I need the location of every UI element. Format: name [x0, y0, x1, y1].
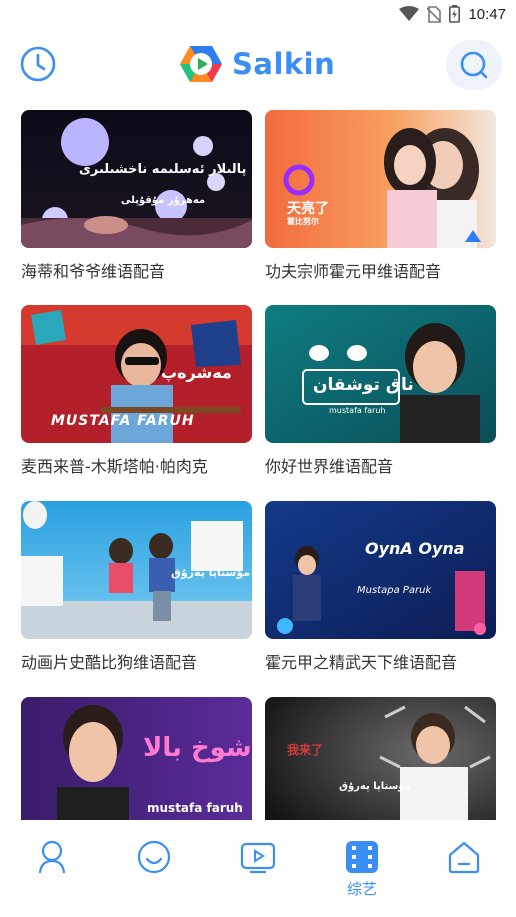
thumbnail-overlay-text: ناق توشقان [313, 375, 414, 395]
wifi-icon [399, 6, 420, 21]
video-card[interactable]: 天亮了 霍比努尔 功夫宗师霍元甲维语配音 [265, 110, 496, 282]
bottom-nav: 综艺 [0, 820, 516, 917]
nav-item-fun[interactable] [124, 840, 184, 910]
video-thumbnail[interactable]: OynA Oyna Mustapa Paruk [265, 501, 496, 639]
logo-text: Salkin [232, 47, 336, 81]
no-sim-icon [427, 5, 442, 23]
thumbnail-overlay-text: OynA Oyna [365, 539, 465, 558]
video-thumbnail[interactable]: شوخ بالا mustafa faruh [21, 697, 252, 820]
nav-item-profile[interactable] [22, 840, 82, 910]
video-thumbnail[interactable]: 我来了 مۇستاپا پەرۇق [265, 697, 496, 820]
search-icon [460, 51, 488, 79]
person-icon [38, 840, 66, 874]
nav-item-label: 综艺 [346, 880, 377, 898]
video-card[interactable]: ناق توشقان mustafa faruh 你好世界维语配音 [265, 305, 496, 477]
nav-item-home[interactable] [434, 840, 494, 910]
app-header: Salkin [0, 38, 516, 94]
thumbnail-overlay-subtext: مۇستاپا پەرۇق [339, 781, 411, 792]
video-title[interactable]: 你好世界维语配音 [265, 453, 496, 477]
thumbnail-overlay-subtext: MUSTAFA FARUH [51, 413, 195, 429]
status-icons: 10:47 [399, 5, 506, 23]
status-bar: 10:47 [0, 0, 516, 30]
video-thumbnail[interactable]: مەشرەپ MUSTAFA FARUH [21, 305, 252, 443]
thumbnail-overlay-text: مەشرەپ [161, 363, 232, 382]
thumbnail-overlay-text: مۇستاپا پەرۇق [171, 566, 251, 579]
video-card[interactable]: پالىلار ئەسلىمە ناخشىلىرى مەھرۇز مۇقۇپلى… [21, 110, 252, 282]
video-title[interactable]: 海蒂和爷爷维语配音 [21, 258, 252, 282]
thumbnail-overlay-subtext: mustafa faruh [147, 801, 243, 815]
video-thumbnail[interactable]: ناق توشقان mustafa faruh [265, 305, 496, 443]
video-card[interactable]: شوخ بالا mustafa faruh [21, 697, 252, 820]
play-tv-icon [240, 842, 276, 874]
thumbnail-overlay-subtext: mustafa faruh [329, 406, 386, 415]
thumbnail-overlay-text: 我来了 [287, 743, 324, 757]
video-grid: پالىلار ئەسلىمە ناخشىلىرى مەھرۇز مۇقۇپلى… [0, 108, 516, 820]
thumbnail-overlay-subtext: مەھرۇز مۇقۇپلى [121, 195, 206, 206]
home-icon [448, 841, 480, 874]
thumbnail-overlay-text: پالىلار ئەسلىمە ناخشىلىرى [79, 162, 247, 177]
video-title[interactable]: 麦西来普-木斯塔帕·帕肉克 [21, 453, 252, 477]
thumbnail-overlay-subtext: Mustapa Paruk [357, 585, 432, 596]
thumbnail-overlay-text: شوخ بالا [143, 733, 252, 763]
clock-icon [20, 46, 56, 82]
video-title[interactable]: 霍元甲之精武天下维语配音 [265, 649, 496, 673]
nav-item-variety[interactable]: 综艺 [332, 840, 392, 910]
video-thumbnail[interactable]: پالىلار ئەسلىمە ناخشىلىرى مەھرۇز مۇقۇپلى [21, 110, 252, 248]
status-time: 10:47 [468, 5, 506, 23]
video-thumbnail[interactable]: مۇستاپا پەرۇق [21, 501, 252, 639]
search-button[interactable] [446, 40, 502, 90]
thumbnail-overlay-subtext: 霍比努尔 [287, 217, 319, 226]
film-icon [346, 841, 378, 873]
smile-icon [137, 840, 171, 874]
app-logo: Salkin [178, 42, 335, 86]
battery-icon [449, 5, 461, 23]
video-title[interactable]: 动画片史酷比狗维语配音 [21, 649, 252, 673]
video-card[interactable]: 我来了 مۇستاپا پەرۇق [265, 697, 496, 820]
video-card[interactable]: مۇستاپا پەرۇق 动画片史酷比狗维语配音 [21, 501, 252, 673]
video-card[interactable]: مەشرەپ MUSTAFA FARUH 麦西来普-木斯塔帕·帕肉克 [21, 305, 252, 477]
video-card[interactable]: OynA Oyna Mustapa Paruk 霍元甲之精武天下维语配音 [265, 501, 496, 673]
logo-play-icon [180, 46, 222, 82]
video-title[interactable]: 功夫宗师霍元甲维语配音 [265, 258, 496, 282]
history-button[interactable] [18, 44, 58, 84]
video-thumbnail[interactable]: 天亮了 霍比努尔 [265, 110, 496, 248]
thumbnail-overlay-text: 天亮了 [287, 201, 329, 217]
nav-item-video[interactable] [228, 840, 288, 910]
